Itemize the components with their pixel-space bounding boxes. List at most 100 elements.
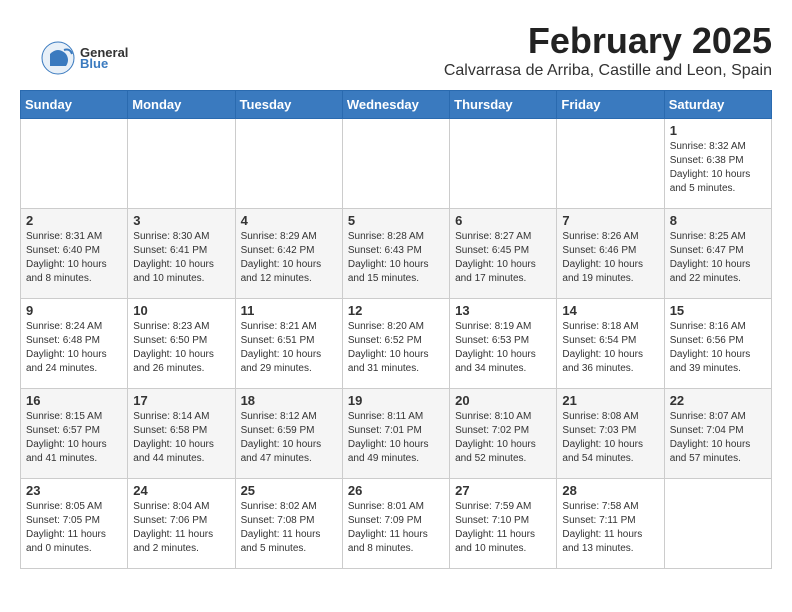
calendar-day-cell: 15Sunrise: 8:16 AMSunset: 6:56 PMDayligh… bbox=[664, 299, 771, 389]
day-info: Sunrise: 8:32 AMSunset: 6:38 PMDaylight:… bbox=[670, 140, 766, 196]
day-number: 18 bbox=[241, 393, 337, 408]
calendar-week-row: 16 Sunrise: 8:15 AMSunset: 6:57 PMDayligh… bbox=[21, 389, 772, 479]
calendar-day-cell: 16 Sunrise: 8:15 AMSunset: 6:57 PMDayligh… bbox=[21, 389, 128, 479]
day-number: 22 bbox=[670, 393, 766, 408]
calendar-day-cell: 28Sunrise: 7:58 AMSunset: 7:11 PMDayligh… bbox=[557, 479, 664, 569]
calendar-day-cell: 18 Sunrise: 8:12 AMSunset: 6:59 PMDayligh… bbox=[235, 389, 342, 479]
day-number: 8 bbox=[670, 213, 766, 228]
calendar-day-cell: 20Sunrise: 8:10 AMSunset: 7:02 PMDayligh… bbox=[450, 389, 557, 479]
calendar-day-cell: 2 Sunrise: 8:31 AMSunset: 6:40 PMDaylight… bbox=[21, 209, 128, 299]
day-number: 2 bbox=[26, 213, 122, 228]
day-info: Sunrise: 8:19 AMSunset: 6:53 PMDaylight:… bbox=[455, 320, 551, 376]
day-info: Sunrise: 8:21 AMSunset: 6:51 PMDaylight:… bbox=[241, 320, 337, 376]
calendar-day-cell bbox=[21, 119, 128, 209]
day-number: 26 bbox=[348, 483, 444, 498]
calendar-day-cell: 22 Sunrise: 8:07 AMSunset: 7:04 PMDayligh… bbox=[664, 389, 771, 479]
calendar-day-cell: 25 Sunrise: 8:02 AMSunset: 7:08 PMDayligh… bbox=[235, 479, 342, 569]
day-info: Sunrise: 7:59 AMSunset: 7:10 PMDaylight:… bbox=[455, 500, 551, 556]
day-info: Sunrise: 8:26 AMSunset: 6:46 PMDaylight:… bbox=[562, 230, 658, 286]
day-number: 10 bbox=[133, 303, 229, 318]
day-number: 16 bbox=[26, 393, 122, 408]
calendar-day-cell: 13 Sunrise: 8:19 AMSunset: 6:53 PMDayligh… bbox=[450, 299, 557, 389]
day-number: 11 bbox=[241, 303, 337, 318]
day-number: 4 bbox=[241, 213, 337, 228]
logo: General Blue bbox=[40, 40, 128, 76]
day-info: Sunrise: 8:28 AMSunset: 6:43 PMDaylight:… bbox=[348, 230, 444, 286]
location-subtitle: Calvarrasa de Arriba, Castille and Leon,… bbox=[20, 62, 772, 80]
day-number: 19 bbox=[348, 393, 444, 408]
calendar-day-cell: 3 Sunrise: 8:30 AMSunset: 6:41 PMDaylight… bbox=[128, 209, 235, 299]
day-number: 14 bbox=[562, 303, 658, 318]
day-info: Sunrise: 8:25 AMSunset: 6:47 PMDaylight:… bbox=[670, 230, 766, 286]
day-info: Sunrise: 8:02 AMSunset: 7:08 PMDaylight:… bbox=[241, 500, 337, 556]
day-info: Sunrise: 8:24 AMSunset: 6:48 PMDaylight:… bbox=[26, 320, 122, 376]
calendar-week-row: 23Sunrise: 8:05 AMSunset: 7:05 PMDayligh… bbox=[21, 479, 772, 569]
day-number: 5 bbox=[348, 213, 444, 228]
calendar-day-cell bbox=[450, 119, 557, 209]
calendar-day-cell: 4 Sunrise: 8:29 AMSunset: 6:42 PMDaylight… bbox=[235, 209, 342, 299]
calendar-day-cell bbox=[128, 119, 235, 209]
calendar-day-cell: 19 Sunrise: 8:11 AMSunset: 7:01 PMDayligh… bbox=[342, 389, 449, 479]
calendar-day-cell: 26 Sunrise: 8:01 AMSunset: 7:09 PMDayligh… bbox=[342, 479, 449, 569]
logo-icon bbox=[40, 40, 76, 76]
day-number: 24 bbox=[133, 483, 229, 498]
month-year-title: February 2025 bbox=[20, 20, 772, 62]
day-info: Sunrise: 8:10 AMSunset: 7:02 PMDaylight:… bbox=[455, 410, 551, 466]
header-sunday: Sunday bbox=[21, 91, 128, 119]
calendar-day-cell: 8 Sunrise: 8:25 AMSunset: 6:47 PMDaylight… bbox=[664, 209, 771, 299]
calendar-week-row: 2 Sunrise: 8:31 AMSunset: 6:40 PMDaylight… bbox=[21, 209, 772, 299]
calendar-day-cell: 6 Sunrise: 8:27 AMSunset: 6:45 PMDaylight… bbox=[450, 209, 557, 299]
calendar-week-row: 9 Sunrise: 8:24 AMSunset: 6:48 PMDaylight… bbox=[21, 299, 772, 389]
calendar-day-cell: 14Sunrise: 8:18 AMSunset: 6:54 PMDayligh… bbox=[557, 299, 664, 389]
day-info: Sunrise: 8:12 AMSunset: 6:59 PMDaylight:… bbox=[241, 410, 337, 466]
day-info: Sunrise: 8:04 AMSunset: 7:06 PMDaylight:… bbox=[133, 500, 229, 556]
calendar-table: Sunday Monday Tuesday Wednesday Thursday… bbox=[20, 90, 772, 569]
header-saturday: Saturday bbox=[664, 91, 771, 119]
day-number: 3 bbox=[133, 213, 229, 228]
calendar-header: February 2025 Calvarrasa de Arriba, Cast… bbox=[20, 20, 772, 80]
header-tuesday: Tuesday bbox=[235, 91, 342, 119]
day-info: Sunrise: 8:27 AMSunset: 6:45 PMDaylight:… bbox=[455, 230, 551, 286]
calendar-week-row: 1Sunrise: 8:32 AMSunset: 6:38 PMDaylight… bbox=[21, 119, 772, 209]
calendar-day-cell: 12 Sunrise: 8:20 AMSunset: 6:52 PMDayligh… bbox=[342, 299, 449, 389]
day-number: 28 bbox=[562, 483, 658, 498]
day-number: 15 bbox=[670, 303, 766, 318]
calendar-day-cell bbox=[557, 119, 664, 209]
weekday-header-row: Sunday Monday Tuesday Wednesday Thursday… bbox=[21, 91, 772, 119]
calendar-day-cell: 11 Sunrise: 8:21 AMSunset: 6:51 PMDayligh… bbox=[235, 299, 342, 389]
day-info: Sunrise: 8:31 AMSunset: 6:40 PMDaylight:… bbox=[26, 230, 122, 286]
day-info: Sunrise: 8:29 AMSunset: 6:42 PMDaylight:… bbox=[241, 230, 337, 286]
calendar-day-cell: 23Sunrise: 8:05 AMSunset: 7:05 PMDayligh… bbox=[21, 479, 128, 569]
header-friday: Friday bbox=[557, 91, 664, 119]
header-wednesday: Wednesday bbox=[342, 91, 449, 119]
calendar-day-cell: 1Sunrise: 8:32 AMSunset: 6:38 PMDaylight… bbox=[664, 119, 771, 209]
day-number: 13 bbox=[455, 303, 551, 318]
calendar-day-cell: 7 Sunrise: 8:26 AMSunset: 6:46 PMDaylight… bbox=[557, 209, 664, 299]
day-number: 6 bbox=[455, 213, 551, 228]
day-info: Sunrise: 8:23 AMSunset: 6:50 PMDaylight:… bbox=[133, 320, 229, 376]
day-number: 25 bbox=[241, 483, 337, 498]
day-info: Sunrise: 8:08 AMSunset: 7:03 PMDaylight:… bbox=[562, 410, 658, 466]
day-info: Sunrise: 8:20 AMSunset: 6:52 PMDaylight:… bbox=[348, 320, 444, 376]
calendar-day-cell: 24 Sunrise: 8:04 AMSunset: 7:06 PMDayligh… bbox=[128, 479, 235, 569]
day-number: 12 bbox=[348, 303, 444, 318]
header-monday: Monday bbox=[128, 91, 235, 119]
day-info: Sunrise: 8:11 AMSunset: 7:01 PMDaylight:… bbox=[348, 410, 444, 466]
day-number: 21 bbox=[562, 393, 658, 408]
calendar-day-cell: 5 Sunrise: 8:28 AMSunset: 6:43 PMDaylight… bbox=[342, 209, 449, 299]
calendar-day-cell bbox=[342, 119, 449, 209]
calendar-day-cell: 17Sunrise: 8:14 AMSunset: 6:58 PMDayligh… bbox=[128, 389, 235, 479]
day-info: Sunrise: 8:30 AMSunset: 6:41 PMDaylight:… bbox=[133, 230, 229, 286]
day-info: Sunrise: 8:01 AMSunset: 7:09 PMDaylight:… bbox=[348, 500, 444, 556]
calendar-day-cell bbox=[664, 479, 771, 569]
day-info: Sunrise: 8:05 AMSunset: 7:05 PMDaylight:… bbox=[26, 500, 122, 556]
day-number: 9 bbox=[26, 303, 122, 318]
day-info: Sunrise: 8:15 AMSunset: 6:57 PMDaylight:… bbox=[26, 410, 122, 466]
calendar-day-cell: 9 Sunrise: 8:24 AMSunset: 6:48 PMDaylight… bbox=[21, 299, 128, 389]
day-number: 27 bbox=[455, 483, 551, 498]
calendar-day-cell: 21 Sunrise: 8:08 AMSunset: 7:03 PMDayligh… bbox=[557, 389, 664, 479]
calendar-day-cell: 10 Sunrise: 8:23 AMSunset: 6:50 PMDayligh… bbox=[128, 299, 235, 389]
day-info: Sunrise: 8:07 AMSunset: 7:04 PMDaylight:… bbox=[670, 410, 766, 466]
calendar-day-cell: 27 Sunrise: 7:59 AMSunset: 7:10 PMDayligh… bbox=[450, 479, 557, 569]
day-number: 7 bbox=[562, 213, 658, 228]
